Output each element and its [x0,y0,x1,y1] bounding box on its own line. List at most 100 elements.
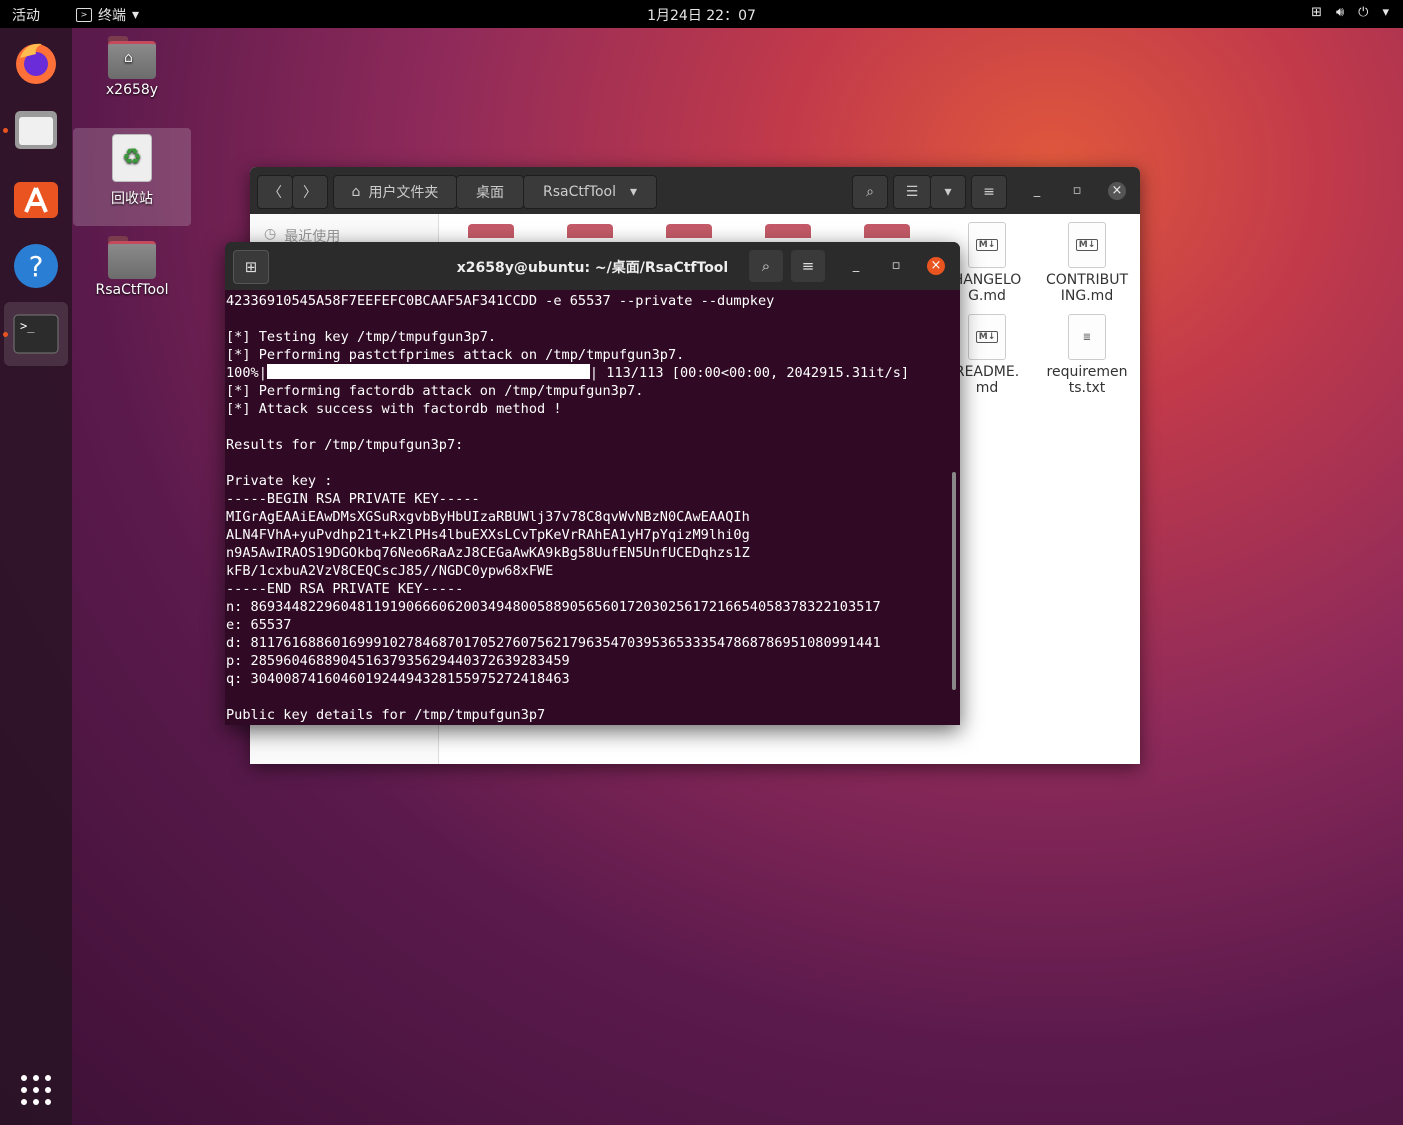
hamburger-icon: ≡ [983,184,995,200]
dock-help[interactable]: ? [8,238,64,294]
terminal-line: -----BEGIN RSA PRIVATE KEY----- [226,491,480,507]
close-button[interactable]: × [1108,182,1126,200]
file-name: ING.md [1060,288,1114,304]
chevron-down-icon: ▾ [629,184,638,200]
volume-icon[interactable]: 🔊︎ [1336,5,1344,20]
minimize-button[interactable]: _ [1028,182,1046,200]
file-manager-header: 〈 〉 ⌂ 用户文件夹 桌面 RsaCtfTool ▾ ⌕ ☰ ▾ ≡ _ ▫ … [250,167,1140,214]
desktop-home-label: x2658y [105,82,159,98]
dock-firefox[interactable] [8,34,64,90]
dock-files[interactable] [8,102,64,158]
view-list-button[interactable]: ☰ [893,175,931,209]
terminal-line: e: 65537 [226,617,292,633]
breadcrumb-desktop-label: 桌面 [476,185,504,201]
folder-icon[interactable] [567,224,613,238]
breadcrumb-current[interactable]: RsaCtfTool ▾ [523,175,657,209]
list-view-icon: ☰ [905,184,919,200]
file-item[interactable]: M↓ CONTRIBUT ING.md [1042,222,1132,304]
file-name: CONTRIBUT [1045,272,1129,288]
show-apps-button[interactable] [8,1062,64,1118]
system-tray[interactable]: ⊞ 🔊︎ ⏻ ▾ [1311,5,1389,20]
view-options-button[interactable]: ▾ [930,175,966,209]
desktop-trash[interactable]: ♻ 回收站 [73,128,191,226]
search-button[interactable]: ⌕ [852,175,888,209]
file-name: requiremen [1046,364,1128,380]
search-icon: ⌕ [866,184,874,200]
scrollbar[interactable] [952,472,956,690]
svg-text:?: ? [29,250,44,283]
clock[interactable]: 1月24日 22：07 [0,5,1403,25]
terminal-line: n: 8693448229604811919066606200349480058… [226,599,881,615]
maximize-button[interactable]: ▫ [1068,182,1086,200]
terminal-line: [*] Testing key /tmp/tmpufgun3p7. [226,329,497,345]
terminal-line: [*] Performing factordb attack on /tmp/t… [226,383,644,399]
menu-button[interactable]: ≡ [791,250,825,282]
file-item[interactable]: ≣ requiremen ts.txt [1042,314,1132,396]
home-icon: ⌂ [351,184,361,200]
terminal-line: MIGrAgEAAiEAwDMsXGSuRxgvbByHbUIzaRBUWlj3… [226,509,750,525]
software-icon [14,182,58,218]
terminal-line: [*] Attack success with factordb method … [226,401,562,417]
terminal-output[interactable]: 42336910545A58F7EEFEFC0BCAAF5AF341CCDD -… [226,292,948,724]
chevron-down-icon: ▾ [944,184,952,200]
minimize-button[interactable]: _ [847,257,865,275]
running-indicator [3,332,8,337]
network-icon[interactable]: ⊞ [1311,5,1322,20]
desktop-folder-label: RsaCtfTool [95,282,169,298]
svg-text:>_: >_ [20,319,35,333]
maximize-button[interactable]: ▫ [887,257,905,275]
search-icon: ⌕ [761,257,771,275]
markdown-file-icon: M↓ [968,222,1006,268]
dock: ? >_ [0,28,72,1125]
breadcrumb-desktop[interactable]: 桌面 [456,175,524,209]
desktop-trash-label: 回收站 [111,191,153,207]
progress-percent: 100%| [226,365,267,381]
hamburger-icon: ≡ [801,257,815,275]
help-icon: ? [14,244,58,288]
forward-button[interactable]: 〉 [292,175,328,209]
folder-icon[interactable] [864,224,910,238]
terminal-line: n9A5AwIRAOS19DGOkbq76Neo6RaAzJ8CEGaAwKA9… [226,545,750,561]
running-indicator [3,128,8,133]
terminal-icon: >_ [13,314,59,354]
search-button[interactable]: ⌕ [749,250,783,282]
terminal-line: p: 2859604688904516379356294403726392834… [226,653,570,669]
terminal-line: Public key details for /tmp/tmpufgun3p7 [226,707,546,723]
breadcrumb-home-label: 用户文件夹 [368,185,439,201]
dock-software[interactable] [8,170,64,226]
close-icon: × [1111,183,1123,198]
terminal-line: kFB/1cxbuA2VzV8CEQCscJ85//NGDC0ypw68xFWE [226,563,554,579]
power-icon[interactable]: ⏻ [1358,5,1368,20]
terminal-line: ALN4FVhA+yuPvdhp21t+kZlPHs4lbuEXXsLCvTpK… [226,527,750,543]
dock-terminal[interactable]: >_ [4,302,68,366]
terminal-line: -----END RSA PRIVATE KEY----- [226,581,464,597]
folder-icon [108,236,156,279]
file-name: ts.txt [1068,380,1106,396]
top-bar: 活动 > 终端 ▾ 1月24日 22：07 ⊞ 🔊︎ ⏻ ▾ [0,0,1403,28]
terminal-line: d: 8117616886016999102784687017052760756… [226,635,881,651]
menu-button[interactable]: ≡ [971,175,1007,209]
markdown-file-icon: M↓ [1068,222,1106,268]
breadcrumb-home[interactable]: ⌂ 用户文件夹 [333,175,457,209]
terminal-line: 42336910545A58F7EEFEFC0BCAAF5AF341CCDD -… [226,293,775,309]
terminal-header: ⊞ x2658y@ubuntu: ~/桌面/RsaCtfTool ⌕ ≡ _ ▫… [225,242,960,290]
close-button[interactable]: × [927,257,945,275]
folder-icon[interactable] [765,224,811,238]
chevron-down-icon[interactable]: ▾ [1382,5,1389,20]
folder-icon[interactable] [468,224,514,238]
folder-icon[interactable] [666,224,712,238]
text-file-icon: ≣ [1068,314,1106,360]
desktop-home[interactable]: ⌂ x2658y [73,36,191,98]
back-button[interactable]: 〈 [257,175,293,209]
files-icon [15,111,57,149]
markdown-file-icon: M↓ [968,314,1006,360]
firefox-icon [16,43,56,84]
terminal-line: [*] Performing pastctfprimes attack on /… [226,347,685,363]
desktop-folder-rsactftool[interactable]: RsaCtfTool [73,236,191,298]
home-folder-icon: ⌂ [108,36,156,79]
close-icon: × [930,258,942,273]
chevron-right-icon: 〉 [303,185,317,201]
